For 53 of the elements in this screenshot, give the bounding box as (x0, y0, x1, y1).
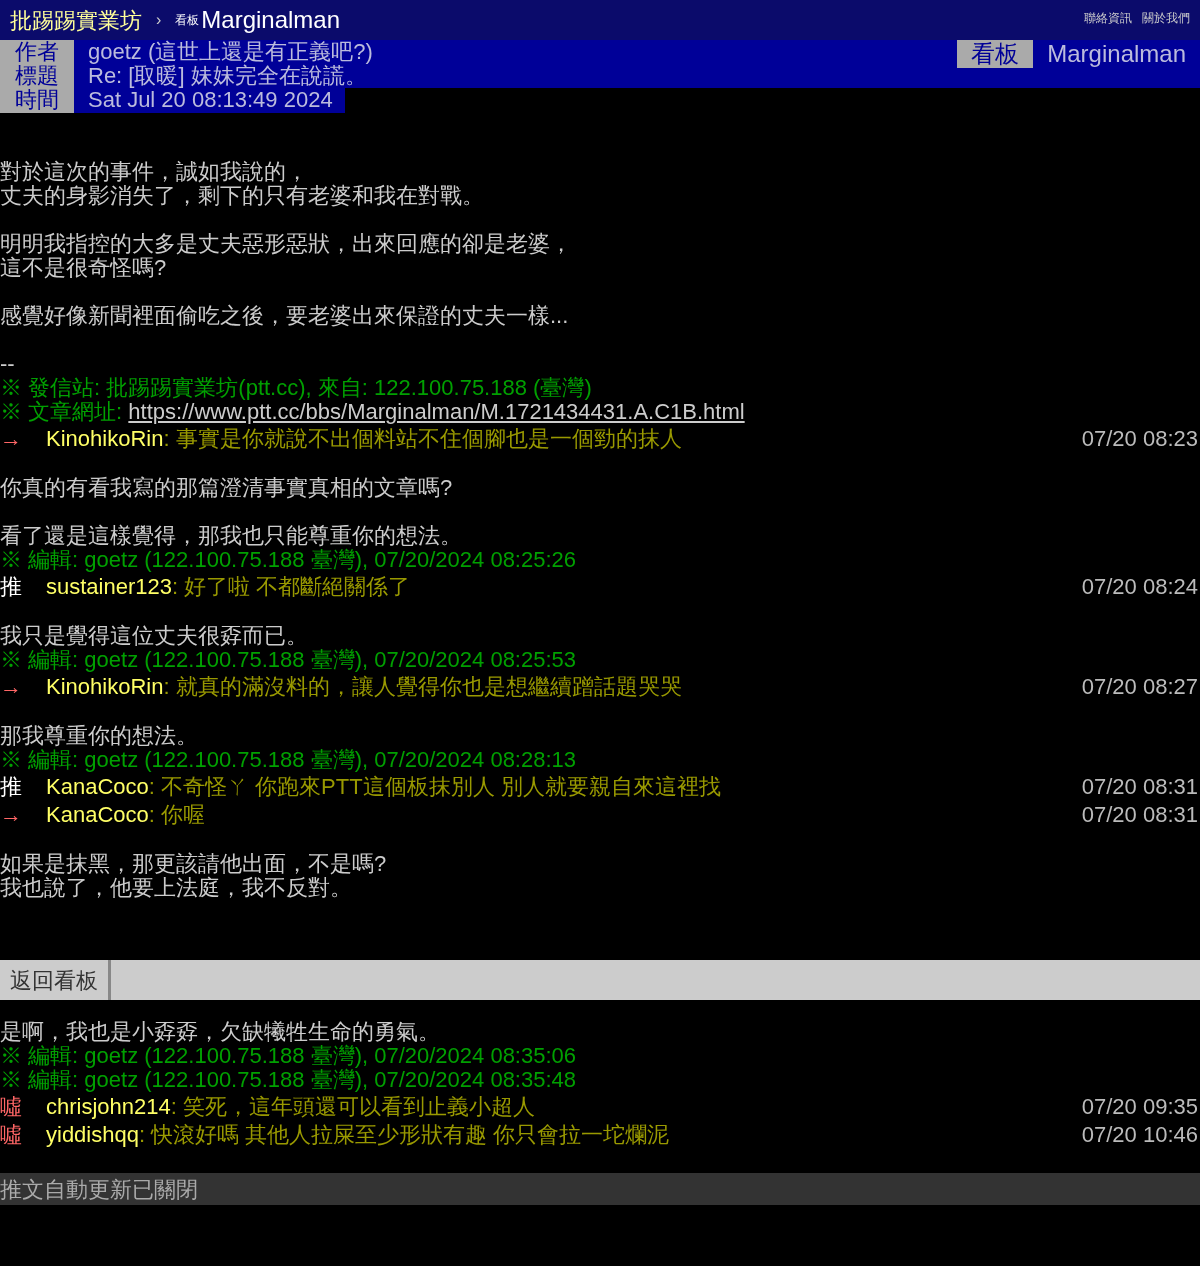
article-link[interactable]: https://www.ptt.cc/bbs/Marginalman/M.1721434431.A.C1B.html (128, 400, 745, 424)
push-content: : 快滾好嗎 其他人拉屎至少形狀有趣 你只會拉一坨爛泥 (138, 1120, 671, 1149)
meta-label: 標題 (0, 64, 74, 88)
push-content: : 你喔 (148, 800, 206, 829)
article-text: 我只是覺得這位丈夫很孬而已。 (0, 624, 309, 648)
push-tag: → (0, 669, 46, 703)
push-time: 07/20 08:23 (1081, 424, 1198, 453)
meta-label: 時間 (0, 88, 74, 113)
push-content: : 好了啦 不都斷絕關係了 (172, 572, 412, 601)
breadcrumb-separator: › (156, 10, 162, 30)
article-text: 是啊，我也是小孬孬，欠缺犧牲生命的勇氣。 (0, 1020, 441, 1044)
meta-label: 作者 (0, 40, 74, 64)
board-link[interactable]: Marginalman (201, 2, 341, 38)
push-content: : 就真的滿沒料的，讓人覺得你也是想繼續蹭話題哭哭 (163, 672, 683, 701)
push-user[interactable]: KanaCoco (46, 797, 149, 831)
article-text: 看了還是這樣覺得，那我也只能尊重你的想法。 (0, 524, 463, 548)
push-tag: 推 (0, 569, 46, 603)
push-time: 07/20 08:31 (1081, 800, 1198, 829)
signature-line: ※ 編輯: goetz (122.100.75.188 臺灣), 07/20/2024 08:35:06 (0, 1044, 578, 1068)
article-text: 你真的有看我寫的那篇澄清事實真相的文章嗎? (0, 476, 454, 500)
signature-line: ※ 編輯: goetz (122.100.75.188 臺灣), 07/20/2024 08:25:26 (0, 548, 578, 572)
push-content: : 事實是你就說不出個料站不住個腳也是一個勁的抹人 (163, 424, 683, 453)
signature-label: ※ 文章網址: (0, 400, 124, 424)
push-time: 07/20 08:31 (1081, 772, 1198, 801)
article-text: 明明我指控的大多是丈夫惡形惡狀，出來回應的卻是老婆， (0, 232, 573, 256)
article-text: 感覺好像新聞裡面偷吃之後，要老婆出來保證的丈夫一樣... (0, 304, 570, 328)
signature-line: ※ 編輯: goetz (122.100.75.188 臺灣), 07/20/2024 08:25:53 (0, 648, 578, 672)
article-text: 那我尊重你的想法。 (0, 724, 199, 748)
article-text: 如果是抹黑，那更該請他出面，不是嗎? (0, 852, 388, 876)
push-time: 07/20 10:46 (1081, 1120, 1198, 1149)
push-time: 07/20 09:35 (1081, 1092, 1198, 1121)
site-title[interactable]: 批踢踢實業坊 (10, 3, 142, 37)
board-tag-value: Marginalman (1047, 40, 1186, 68)
article-text: 這不是很奇怪嗎? (0, 256, 168, 280)
article-text: 我也說了，他要上法庭，我不反對。 (0, 876, 353, 900)
push-content: : 笑死，這年頭還可以看到止義小超人 (170, 1092, 536, 1121)
push-time: 07/20 08:24 (1081, 572, 1198, 601)
article-text: -- (0, 352, 16, 376)
article-text: 對於這次的事件，誠如我說的， (0, 160, 309, 184)
signature-line: ※ 編輯: goetz (122.100.75.188 臺灣), 07/20/2024 08:28:13 (0, 748, 578, 772)
article-text: 丈夫的身影消失了，剩下的只有老婆和我在對戰。 (0, 184, 485, 208)
board-tag-label: 看板 (957, 40, 1034, 68)
push-tag: → (0, 421, 46, 455)
header-link[interactable]: 聯絡資訊 (1084, 9, 1132, 27)
back-to-board-button[interactable]: 返回看板 (0, 960, 111, 1000)
signature-line: ※ 編輯: goetz (122.100.75.188 臺灣), 07/20/2024 08:35:48 (0, 1068, 578, 1092)
board-label: 看板 (175, 12, 200, 29)
header-link[interactable]: 關於我們 (1142, 9, 1190, 27)
meta-value: Sat Jul 20 08:13:49 2024 (74, 88, 345, 113)
push-time: 07/20 08:27 (1081, 672, 1198, 701)
status-text: 推文自動更新已關閉 (0, 1175, 198, 1204)
signature-line: ※ 發信站: 批踢踢實業坊(ptt.cc), 來自: 122.100.75.188 (臺灣) (0, 376, 593, 400)
push-content: : 不奇怪ㄚ 你跑來PTT這個板抹別人 別人就要親自來這裡找 (148, 772, 722, 801)
